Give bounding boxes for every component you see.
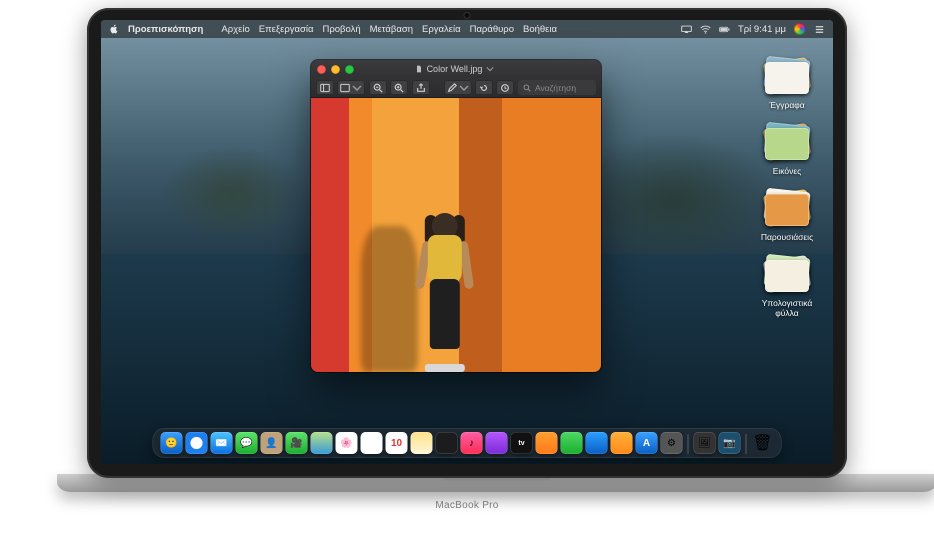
markup-toolbar-button[interactable] xyxy=(496,80,514,95)
search-icon xyxy=(523,84,531,92)
dock: 🙂 ✉️💬👤🎥 🌸 10 ♪ tv A⚙︎ 🖼📷 🗑 xyxy=(153,428,782,458)
siri-icon[interactable] xyxy=(794,23,806,35)
device-brand: MacBook Pro xyxy=(57,500,877,511)
stack-label: Υπολογιστικά φύλλα xyxy=(751,298,823,318)
toolbar: Αναζήτηση xyxy=(311,78,601,98)
zoom-button[interactable] xyxy=(345,65,354,74)
stack-pile-icon xyxy=(762,124,812,162)
titlebar[interactable]: Color Well.jpg xyxy=(311,60,601,78)
search-field[interactable]: Αναζήτηση xyxy=(518,80,596,95)
menubar-clock[interactable]: Τρί 9:41 μμ xyxy=(738,24,786,35)
zoom-out-button[interactable] xyxy=(369,80,387,95)
search-placeholder: Αναζήτηση xyxy=(535,83,576,93)
dock-safari[interactable] xyxy=(186,432,208,454)
dock-numbers[interactable] xyxy=(561,432,583,454)
menu-Προβολή[interactable]: Προβολή xyxy=(322,24,360,35)
stack-pile-icon xyxy=(762,190,812,228)
dock-trash[interactable]: 🗑 xyxy=(752,432,774,454)
dock-pages[interactable] xyxy=(611,432,633,454)
share-button[interactable] xyxy=(412,80,430,95)
image-content[interactable] xyxy=(311,98,601,372)
markup-button[interactable] xyxy=(444,80,472,95)
stack-label: Έγγραφα xyxy=(751,100,823,110)
dock-stocks[interactable] xyxy=(436,432,458,454)
chevron-down-icon xyxy=(486,65,494,73)
chevron-down-icon xyxy=(352,83,362,93)
dock-notes[interactable] xyxy=(411,432,433,454)
battery-icon[interactable] xyxy=(719,24,730,35)
stack-label: Εικόνες xyxy=(751,166,823,176)
dock-separator xyxy=(746,434,747,454)
laptop-frame: Προεπισκόπηση Αρχείο Επεξεργασία Προβολή Με… xyxy=(57,8,877,528)
dock-system-prefs[interactable]: ⚙︎ xyxy=(661,432,683,454)
menu-Βοήθεια[interactable]: Βοήθεια xyxy=(523,24,557,35)
airplay-icon[interactable] xyxy=(681,24,692,35)
menu-Παράθυρο[interactable]: Παράθυρο xyxy=(470,24,514,35)
menu-extras: Τρί 9:41 μμ xyxy=(681,23,825,35)
stack-docs[interactable]: Έγγραφα xyxy=(751,58,823,110)
stack-pile-icon xyxy=(762,256,812,294)
menu-Εργαλεία[interactable]: Εργαλεία xyxy=(422,24,461,35)
preview-window[interactable]: Color Well.jpg xyxy=(311,60,601,372)
dock-appstore[interactable]: A xyxy=(636,432,658,454)
stack-sheet[interactable]: Υπολογιστικά φύλλα xyxy=(751,256,823,318)
menu-Επεξεργασία[interactable]: Επεξεργασία xyxy=(259,24,314,35)
app-name-menu[interactable]: Προεπισκόπηση xyxy=(128,24,203,35)
chevron-down-icon xyxy=(459,83,469,93)
dock-mail[interactable]: ✉️ xyxy=(211,432,233,454)
menu-bar: Προεπισκόπηση Αρχείο Επεξεργασία Προβολή Με… xyxy=(101,20,833,38)
dock-separator xyxy=(688,434,689,454)
menu-Μετάβαση[interactable]: Μετάβαση xyxy=(370,24,413,35)
stack-pile-icon xyxy=(762,58,812,96)
screen-bezel: Προεπισκόπηση Αρχείο Επεξεργασία Προβολή Με… xyxy=(87,8,847,478)
notification-center-icon[interactable] xyxy=(814,24,825,35)
dock-maps[interactable] xyxy=(311,432,333,454)
dock-tv[interactable]: tv xyxy=(511,432,533,454)
close-button[interactable] xyxy=(317,65,326,74)
sidebar-toggle-button[interactable] xyxy=(316,80,334,95)
dock-messages[interactable]: 💬 xyxy=(236,432,258,454)
dock-keynote[interactable] xyxy=(586,432,608,454)
dock-reminders[interactable] xyxy=(361,432,383,454)
desktop-stacks: Έγγραφα Εικόνες Παρουσιάσεις Υπολογιστικά φ… xyxy=(747,58,827,318)
traffic-lights xyxy=(317,65,354,74)
desktop[interactable]: Προεπισκόπηση Αρχείο Επεξεργασία Προβολή Με… xyxy=(101,20,833,464)
dock-finder[interactable]: 🙂 xyxy=(161,432,183,454)
window-filename: Color Well.jpg xyxy=(427,64,483,74)
document-icon xyxy=(415,65,423,73)
camera-dot xyxy=(465,13,470,18)
minimize-button[interactable] xyxy=(331,65,340,74)
image-artwork xyxy=(311,98,601,372)
dock-photos[interactable]: 🌸 xyxy=(336,432,358,454)
dock-screenshot[interactable]: 📷 xyxy=(719,432,741,454)
stack-label: Παρουσιάσεις xyxy=(751,232,823,242)
dock-facetime[interactable]: 🎥 xyxy=(286,432,308,454)
apple-menu[interactable] xyxy=(109,24,119,34)
wifi-icon[interactable] xyxy=(700,24,711,35)
rotate-button[interactable] xyxy=(475,80,493,95)
view-mode-button[interactable] xyxy=(337,80,365,95)
stack-img[interactable]: Εικόνες xyxy=(751,124,823,176)
dock-contacts[interactable]: 👤 xyxy=(261,432,283,454)
apple-icon xyxy=(109,24,119,34)
zoom-in-button[interactable] xyxy=(390,80,408,95)
dock-music[interactable]: ♪ xyxy=(461,432,483,454)
window-title[interactable]: Color Well.jpg xyxy=(359,64,550,74)
dock-books[interactable] xyxy=(536,432,558,454)
menu-Αρχείο[interactable]: Αρχείο xyxy=(221,24,249,35)
stack-pres[interactable]: Παρουσιάσεις xyxy=(751,190,823,242)
dock-preview-recent[interactable]: 🖼 xyxy=(694,432,716,454)
dock-podcasts[interactable] xyxy=(486,432,508,454)
dock-calendar[interactable]: 10 xyxy=(386,432,408,454)
